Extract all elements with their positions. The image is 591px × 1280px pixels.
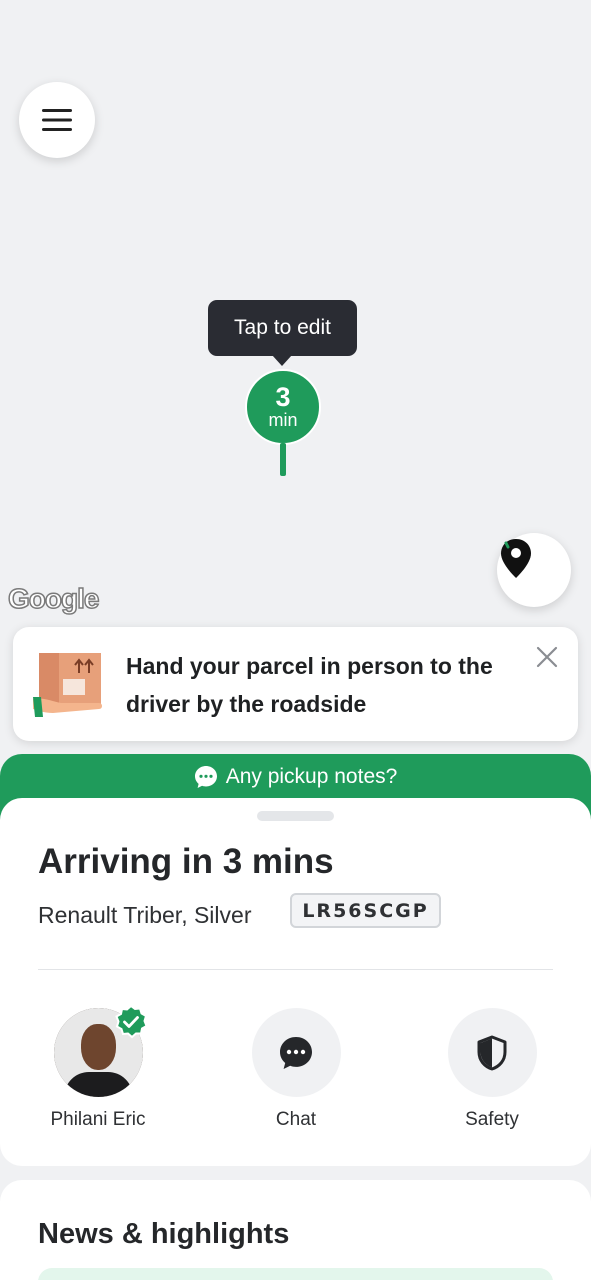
tap-to-edit-tooltip[interactable]: Tap to edit	[208, 300, 357, 366]
parcel-info-banner: Hand your parcel in person to the driver…	[13, 627, 578, 741]
hamburger-menu-icon	[42, 109, 72, 131]
eta-unit: min	[268, 410, 298, 430]
chat-bubble-icon	[194, 766, 217, 788]
verified-check-icon	[114, 1005, 148, 1039]
divider	[38, 969, 553, 970]
driver-profile-button[interactable]: Philani Eric	[28, 1005, 168, 1131]
pickup-eta-pin[interactable]: 3 min	[245, 369, 321, 445]
license-plate-badge: LR56SCGP	[290, 893, 441, 928]
avatar[interactable]	[53, 1005, 148, 1097]
shield-icon	[477, 1035, 507, 1070]
chat-icon	[280, 1036, 312, 1069]
banner-message: Hand your parcel in person to the driver…	[126, 653, 493, 717]
google-attribution: Google	[7, 582, 100, 615]
trip-details-sheet: Arriving in 3 mins Renault Triber, Silve…	[0, 798, 591, 1166]
eta-value: 3	[275, 382, 291, 412]
location-pin-icon	[501, 539, 531, 578]
chat-label: Chat	[275, 1109, 317, 1130]
vehicle-description: Renault Triber, Silver	[38, 902, 252, 928]
news-card-preview[interactable]	[38, 1268, 553, 1280]
safety-label: Safety	[465, 1109, 519, 1130]
menu-button[interactable]	[19, 82, 95, 158]
arrival-title: Arriving in 3 mins	[38, 842, 334, 881]
safety-button[interactable]: Safety	[422, 1008, 562, 1131]
news-heading: News & highlights	[38, 1218, 290, 1250]
news-section: News & highlights	[0, 1180, 591, 1280]
parcel-hand-icon	[33, 653, 102, 717]
driver-name: Philani Eric	[50, 1109, 146, 1130]
close-icon[interactable]	[535, 645, 559, 669]
chat-button[interactable]: Chat	[226, 1008, 366, 1131]
pickup-notes-label: Any pickup notes?	[225, 765, 398, 788]
locate-button[interactable]	[497, 533, 571, 607]
tooltip-label: Tap to edit	[234, 316, 331, 339]
pin-stem	[280, 443, 286, 476]
sheet-handle[interactable]	[257, 811, 334, 821]
